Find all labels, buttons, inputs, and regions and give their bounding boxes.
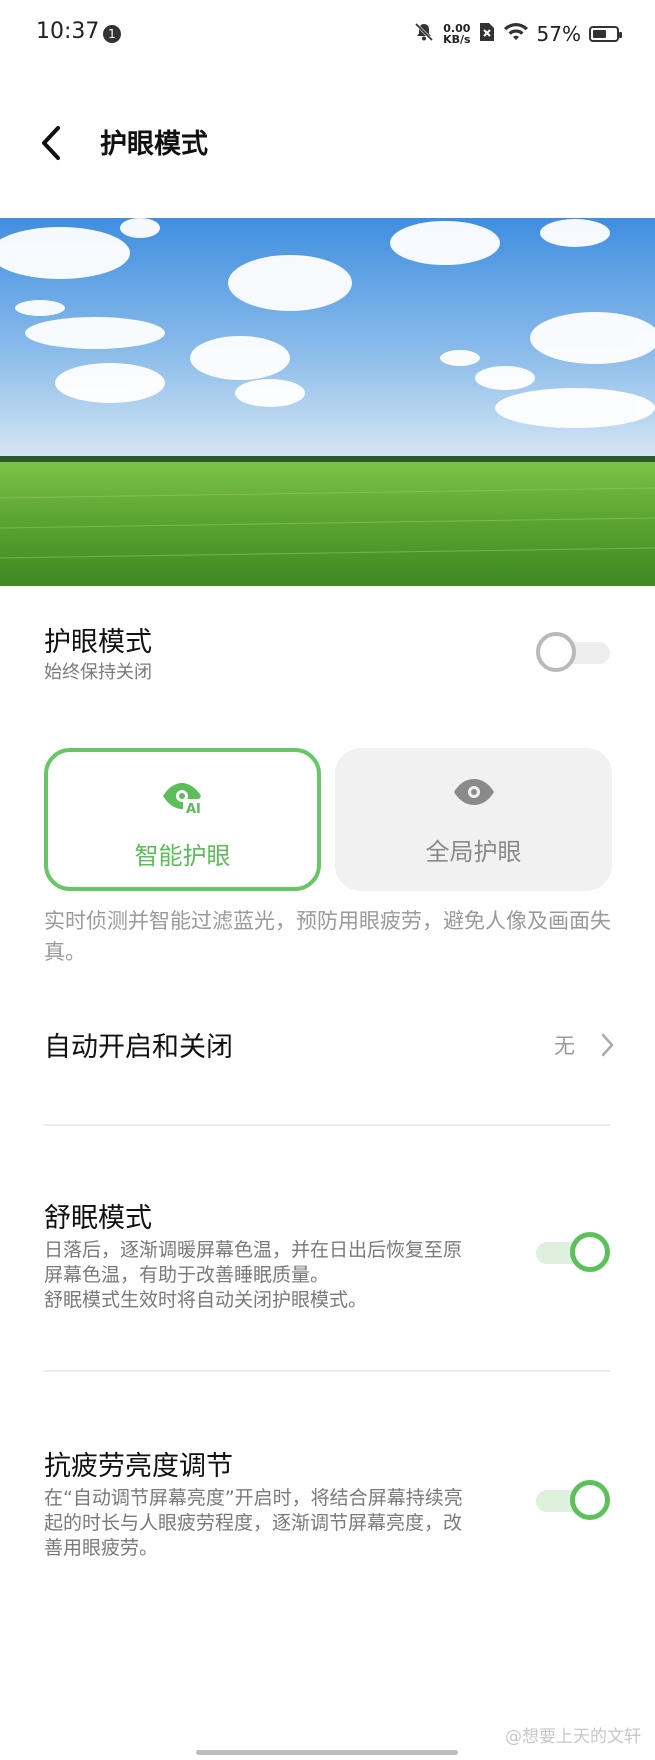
battery-fill [593, 30, 606, 38]
sleep-mode-title: 舒眠模式 [44, 1203, 152, 1234]
divider [44, 1124, 611, 1126]
eye-mode-subtitle: 始终保持关闭 [44, 662, 152, 683]
auto-schedule-value: 无 [554, 1034, 575, 1058]
chevron-right-icon [599, 1032, 615, 1062]
smart-eye-care-label: 智能护眼 [134, 842, 231, 870]
eye-ai-icon: AI [161, 782, 205, 820]
sleep-mode-toggle[interactable] [536, 1232, 610, 1272]
mode-description: 实时侦测并智能过滤蓝光，预防用眼疲劳，避免人像及画面失真。 [44, 909, 611, 964]
toggle-knob [570, 1480, 610, 1520]
svg-text:AI: AI [186, 802, 201, 816]
anti-fatigue-toggle[interactable] [536, 1480, 610, 1520]
anti-fatigue-title: 抗疲劳亮度调节 [44, 1451, 233, 1482]
chevron-left-icon [36, 126, 66, 172]
page-title: 护眼模式 [100, 129, 208, 160]
sleep-mode-desc-line: 屏幕色温，有助于改善睡眠质量。 [44, 1264, 330, 1286]
eye-mode-toggle[interactable] [536, 632, 610, 672]
wifi-icon [503, 21, 529, 47]
toggle-knob [536, 632, 576, 672]
home-indicator[interactable] [196, 1750, 458, 1755]
mute-bell-icon [413, 21, 435, 47]
anti-fatigue-desc-line: 在“自动调节屏幕亮度”开启时，将结合屏幕持续亮 [44, 1487, 463, 1509]
battery-percent: 57% [536, 22, 581, 46]
eye-icon [452, 778, 496, 816]
back-button[interactable] [36, 118, 76, 168]
smart-eye-care-card[interactable]: AI 智能护眼 [44, 748, 321, 891]
auto-schedule-title: 自动开启和关闭 [44, 1032, 233, 1063]
status-icons: 0.00 KB/s 57% [413, 18, 622, 50]
anti-fatigue-desc-line: 起的时长与人眼疲劳程度，逐渐调节屏幕亮度，改 [44, 1512, 463, 1534]
sim-off-icon [479, 21, 495, 47]
net-speed-unit: KB/s [443, 33, 471, 46]
divider [44, 1370, 611, 1372]
sleep-mode-description: 日落后，逐渐调暖屏幕色温，并在日出后恢复至原 屏幕色温，有助于改善睡眠质量。 舒… [44, 1238, 462, 1313]
watermark: @想要上天的文轩 [505, 1727, 641, 1747]
auto-schedule-row[interactable]: 自动开启和关闭 无 [0, 1000, 655, 1090]
anti-fatigue-description: 在“自动调节屏幕亮度”开启时，将结合屏幕持续亮 起的时长与人眼疲劳程度，逐渐调节… [44, 1486, 463, 1561]
anti-fatigue-desc-line: 善用眼疲劳。 [44, 1537, 159, 1559]
battery-icon [589, 26, 622, 42]
net-speed: 0.00 KB/s [443, 23, 470, 45]
status-time: 10:37 [36, 19, 100, 44]
toggle-knob [570, 1232, 610, 1272]
eye-mode-title: 护眼模式 [44, 627, 152, 658]
sleep-mode-desc-line: 舒眠模式生效时将自动关闭护眼模式。 [44, 1289, 368, 1311]
sleep-mode-desc-line: 日落后，逐渐调暖屏幕色温，并在日出后恢复至原 [44, 1239, 463, 1261]
banner-image [0, 218, 655, 586]
status-bar: 10:37 1 0.00 KB/s 57% [0, 0, 655, 70]
global-eye-care-label: 全局护眼 [425, 838, 522, 866]
notification-badge: 1 [103, 25, 121, 43]
global-eye-care-card[interactable]: 全局护眼 [335, 748, 612, 891]
